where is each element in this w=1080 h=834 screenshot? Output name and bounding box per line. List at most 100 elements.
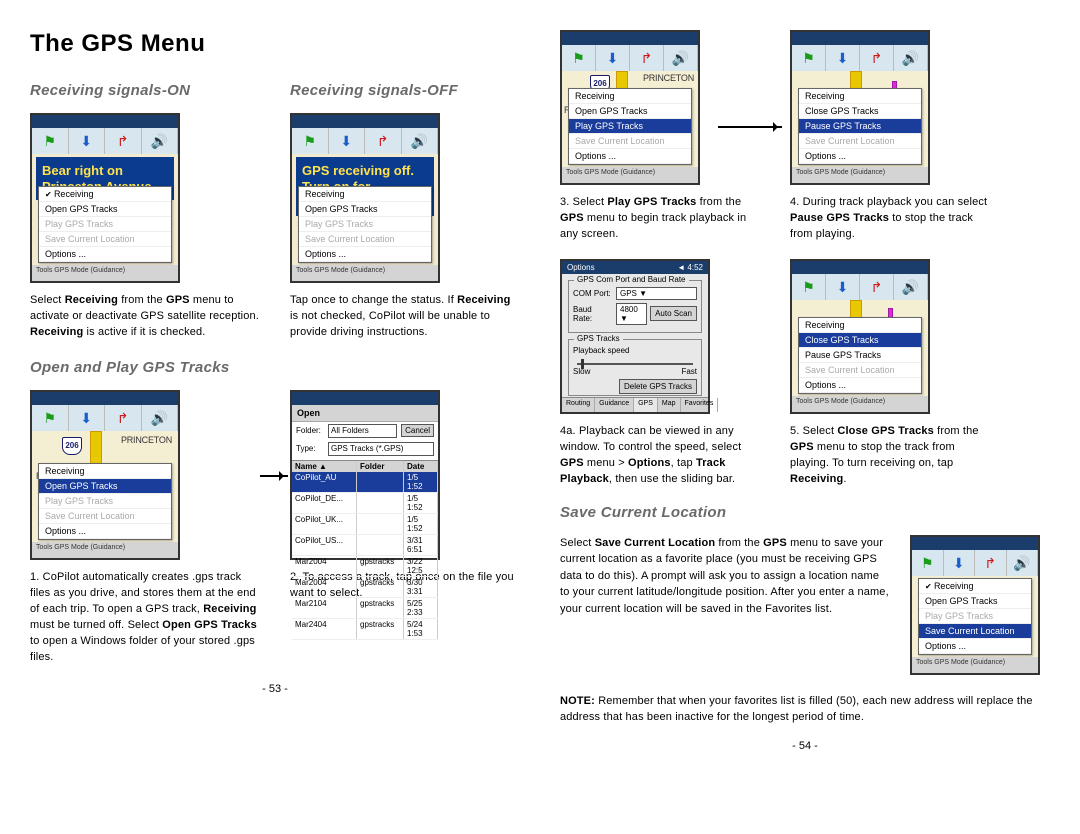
- nav-icon: ↱: [105, 128, 142, 154]
- heading-off: Receiving signals-OFF: [290, 82, 520, 99]
- type-select[interactable]: GPS Tracks (*.GPS): [328, 442, 434, 456]
- gps-menu-popup: Receiving Open GPS Tracks Play GPS Track…: [298, 186, 432, 263]
- location-icon: ⬇: [596, 45, 630, 71]
- gps-menu-popup: Receiving Open GPS Tracks Play GPS Track…: [38, 186, 172, 263]
- sound-icon: 🔊: [402, 128, 439, 154]
- footer-bar: Tools GPS Mode (Guidance): [292, 265, 438, 281]
- location-icon: ⬇: [944, 550, 976, 576]
- caption-step3: 3. Select Play GPS Tracks from the GPS m…: [560, 195, 760, 243]
- location-icon: ⬇: [69, 405, 106, 431]
- screenshot-options: Options◄ 4:52 GPS Com Port and Baud Rate…: [560, 259, 710, 414]
- screenshot-pause-tracks: ⚑ ⬇ ↱ 🔊 Receiving Close GPS Tracks Pause…: [790, 30, 930, 185]
- delete-tracks-button[interactable]: Delete GPS Tracks: [619, 379, 697, 394]
- caption-step1: 1. CoPilot automatically creates .gps tr…: [30, 570, 260, 666]
- menu-receiving[interactable]: Receiving: [39, 187, 171, 202]
- nav-icon: ↱: [365, 128, 402, 154]
- left-column: The GPS Menu Receiving signals-ON ⚑ ⬇ ↱ …: [30, 30, 520, 752]
- caption-off: Tap once to change the status. If Receiv…: [290, 293, 520, 341]
- baud-select[interactable]: 4800 ▼: [616, 303, 647, 325]
- menu-play-tracks[interactable]: Play GPS Tracks: [39, 494, 171, 509]
- location-icon: ⬇: [69, 128, 106, 154]
- table-row[interactable]: Mar2004gpstracks3/30 3:31: [292, 577, 438, 598]
- menu-options[interactable]: Options ...: [39, 247, 171, 262]
- flag-icon: ⚑: [562, 45, 596, 71]
- table-row[interactable]: Mar2404gpstracks5/24 1:53: [292, 619, 438, 640]
- screenshot-save-location: ⚑ ⬇ ↱ 🔊 206 Receiving Open GPS Tracks Pl…: [910, 535, 1040, 675]
- location-icon: ⬇: [826, 274, 860, 300]
- page-title: The GPS Menu: [30, 30, 520, 58]
- screenshot-receiving-off: ⚑ ⬇ ↱ 🔊 GPS receiving off. Turn on for n…: [290, 113, 440, 283]
- map-label: PRINCETON: [121, 435, 172, 445]
- screenshot-close-tracks: ⚑ ⬇ ↱ 🔊 Receiving Close GPS Tracks Pause…: [790, 259, 930, 414]
- route-shield: 206: [62, 437, 82, 455]
- menu-play-tracks[interactable]: Play GPS Tracks: [39, 217, 171, 232]
- menu-open-tracks[interactable]: Open GPS Tracks: [39, 479, 171, 494]
- note-text: NOTE: Remember that when your favorites …: [560, 693, 1050, 726]
- options-tabs: Routing Guidance GPS Map Favorites: [562, 397, 708, 412]
- heading-open-play: Open and Play GPS Tracks: [30, 359, 520, 376]
- sound-icon: 🔊: [894, 45, 928, 71]
- nav-icon: ↱: [860, 274, 894, 300]
- caption-step4: 4. During track playback you can select …: [790, 195, 990, 243]
- table-row[interactable]: Mar2004gpstracks3/22 12:5: [292, 556, 438, 577]
- menu-receiving[interactable]: Receiving: [299, 187, 431, 202]
- folder-select[interactable]: All Folders: [328, 424, 397, 438]
- sound-icon: 🔊: [142, 405, 179, 431]
- arrow-icon: [260, 475, 288, 477]
- heading-save-location: Save Current Location: [560, 504, 1050, 521]
- heading-on: Receiving signals-ON: [30, 82, 260, 99]
- caption-step4a: 4a. Playback can be viewed in any window…: [560, 424, 760, 488]
- menu-save-loc[interactable]: Save Current Location: [39, 509, 171, 524]
- screenshot-open-tracks: ⚑ ⬇ ↱ 🔊 206 PRINCETON RRY VALLEY Receivi…: [30, 390, 180, 560]
- nav-icon: ↱: [975, 550, 1007, 576]
- cancel-button[interactable]: Cancel: [401, 424, 434, 437]
- toolbar-icons: ⚑ ⬇ ↱ 🔊: [32, 128, 178, 154]
- arrow-icon: [718, 126, 782, 128]
- sound-icon: 🔊: [664, 45, 698, 71]
- table-row[interactable]: CoPilot_US...3/31 6:51: [292, 535, 438, 556]
- table-row[interactable]: CoPilot_AU1/5 1:52: [292, 472, 438, 493]
- caption-on: Select Receiving from the GPS menu to ac…: [30, 293, 260, 341]
- flag-icon: ⚑: [912, 550, 944, 576]
- dialog-title: Open: [292, 405, 438, 422]
- flag-icon: ⚑: [32, 405, 69, 431]
- nav-icon: ↱: [860, 45, 894, 71]
- location-icon: ⬇: [329, 128, 366, 154]
- file-table: Name ▲ Folder Date CoPilot_AU1/5 1:52 Co…: [292, 460, 438, 640]
- gps-menu-popup: Receiving Open GPS Tracks Play GPS Track…: [38, 463, 172, 540]
- right-column: ⚑ ⬇ ↱ 🔊 206 PRINCETON RRY VALLEY Receivi…: [560, 30, 1050, 752]
- flag-icon: ⚑: [792, 274, 826, 300]
- screenshot-receiving-on: ⚑ ⬇ ↱ 🔊 Bear right on Princeton Avenue R…: [30, 113, 180, 283]
- menu-options[interactable]: Options ...: [299, 247, 431, 262]
- menu-play-tracks[interactable]: Play GPS Tracks: [299, 217, 431, 232]
- menu-options[interactable]: Options ...: [39, 524, 171, 539]
- screenshot-play-tracks: ⚑ ⬇ ↱ 🔊 206 PRINCETON RRY VALLEY Receivi…: [560, 30, 700, 185]
- section-receiving-on: Receiving signals-ON ⚑ ⬇ ↱ 🔊 Bear right …: [30, 74, 260, 341]
- com-port-select[interactable]: GPS ▼: [616, 287, 697, 300]
- page: The GPS Menu Receiving signals-ON ⚑ ⬇ ↱ …: [0, 0, 1080, 762]
- flag-icon: ⚑: [792, 45, 826, 71]
- nav-icon: ↱: [105, 405, 142, 431]
- flag-icon: ⚑: [292, 128, 329, 154]
- playback-speed-slider[interactable]: [577, 363, 693, 365]
- table-row[interactable]: CoPilot_UK...1/5 1:52: [292, 514, 438, 535]
- location-icon: ⬇: [826, 45, 860, 71]
- sound-icon: 🔊: [1007, 550, 1039, 576]
- nav-icon: ↱: [630, 45, 664, 71]
- sound-icon: 🔊: [142, 128, 179, 154]
- menu-receiving[interactable]: Receiving: [39, 464, 171, 479]
- flag-icon: ⚑: [32, 128, 69, 154]
- page-number: - 54 -: [560, 740, 1050, 752]
- caption-step5: 5. Select Close GPS Tracks from the GPS …: [790, 424, 990, 488]
- menu-save-loc[interactable]: Save Current Location: [299, 232, 431, 247]
- sound-icon: 🔊: [894, 274, 928, 300]
- table-row[interactable]: Mar2104gpstracks5/25 2:33: [292, 598, 438, 619]
- menu-open-tracks[interactable]: Open GPS Tracks: [299, 202, 431, 217]
- table-row[interactable]: CoPilot_DE...1/5 1:52: [292, 493, 438, 514]
- autoscan-button[interactable]: Auto Scan: [650, 306, 697, 321]
- page-number: - 53 -: [30, 683, 520, 695]
- menu-save-loc[interactable]: Save Current Location: [39, 232, 171, 247]
- screenshot-open-dialog: Open Folder: All Folders Cancel Type: GP…: [290, 390, 440, 560]
- footer-bar: Tools GPS Mode (Guidance): [32, 265, 178, 281]
- menu-open-tracks[interactable]: Open GPS Tracks: [39, 202, 171, 217]
